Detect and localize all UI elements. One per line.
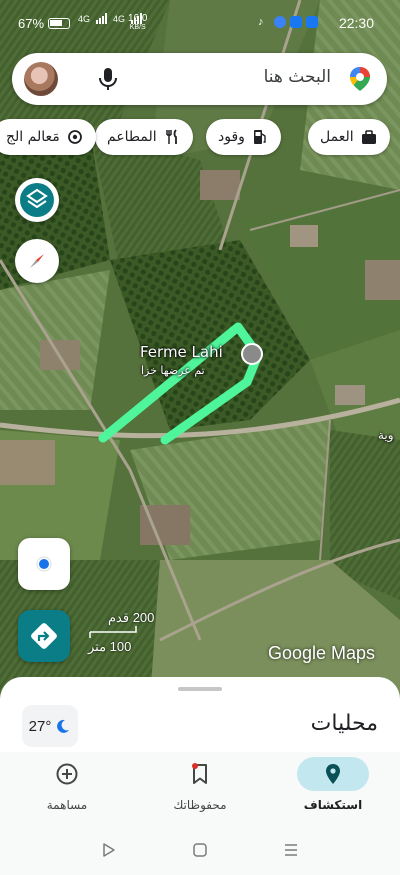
messenger-icon — [274, 16, 286, 28]
sheet-drag-handle[interactable] — [178, 687, 222, 691]
my-location-button[interactable] — [18, 538, 70, 590]
map-scale: 200 قدم 100 متر — [86, 610, 166, 655]
add-circle-icon — [56, 763, 78, 785]
network-speed: 16.0 KB/S — [128, 13, 148, 32]
battery-percent: 67% — [18, 16, 45, 31]
moon-icon — [57, 719, 70, 733]
chip-work[interactable]: العمل — [308, 119, 390, 155]
place-pin-icon[interactable] — [241, 343, 263, 365]
restaurant-icon — [165, 129, 177, 144]
tab-label: مساهمة — [46, 798, 88, 812]
google-maps-pin-icon — [350, 67, 370, 91]
microphone-icon[interactable] — [96, 66, 120, 92]
recents-icon[interactable] — [283, 842, 299, 858]
layers-icon — [20, 183, 54, 217]
notification-icons: ♪ — [258, 16, 318, 28]
clock: 22:30 — [338, 15, 374, 31]
battery-icon — [48, 18, 71, 29]
temperature: 27° — [28, 717, 52, 735]
signal-label-2: 4G — [113, 14, 126, 24]
place-sublabel: تم عرضها خزا — [141, 364, 205, 377]
facebook-icon — [306, 16, 318, 28]
system-navigation-bar — [0, 824, 400, 875]
category-chips: العمل وقود المطاعم مَعالم الج — [0, 119, 400, 157]
explore-pin-icon — [326, 764, 340, 784]
map-edge-label: وية — [378, 428, 394, 442]
search-input[interactable]: البحث هنا — [264, 67, 331, 87]
tab-label: استكشاف — [303, 798, 363, 812]
chip-label: وقود — [218, 129, 245, 145]
tab-contribute[interactable]: مساهمة — [12, 752, 122, 824]
status-bar: 67% 4G 4G 16.0 KB/S ♪ 22:30 — [0, 0, 400, 46]
chip-label: العمل — [320, 129, 354, 145]
signal-label-1: 4G — [78, 14, 91, 24]
signal-bars-icon — [96, 13, 108, 24]
bottom-navigation: استكشاف محفوظاتك مساهمة — [0, 752, 400, 824]
compass-button[interactable] — [15, 239, 59, 283]
avatar[interactable] — [24, 62, 58, 96]
google-maps-attribution: Google Maps — [268, 643, 376, 663]
chip-label: المطاعم — [107, 129, 157, 145]
fuel-icon — [253, 130, 266, 144]
chip-fuel[interactable]: وقود — [206, 119, 281, 155]
landmark-icon — [67, 130, 82, 144]
tab-explore[interactable]: استكشاف — [278, 752, 388, 824]
satellite-map[interactable]: Ferme Lahi تم عرضها خزا وية — [0, 0, 400, 700]
compass-icon — [30, 254, 44, 268]
layers-button[interactable] — [15, 178, 59, 222]
battery-indicator: 67% — [18, 16, 71, 31]
scale-bar-icon — [89, 626, 137, 638]
back-icon[interactable] — [101, 842, 117, 858]
chip-label: مَعالم الج — [6, 129, 60, 145]
tab-saved[interactable]: محفوظاتك — [145, 752, 255, 824]
tab-label: محفوظاتك — [173, 798, 227, 812]
directions-button[interactable] — [18, 610, 70, 662]
facebook-icon — [290, 16, 302, 28]
my-location-icon — [36, 556, 52, 572]
chip-restaurants[interactable]: المطاعم — [95, 119, 193, 155]
home-icon[interactable] — [192, 842, 208, 858]
briefcase-icon — [361, 130, 376, 144]
tiktok-icon: ♪ — [258, 16, 264, 28]
search-bar[interactable]: البحث هنا — [12, 53, 387, 105]
chip-landmarks[interactable]: مَعالم الج — [0, 119, 96, 155]
bookmark-icon — [192, 763, 207, 784]
weather-chip[interactable]: 27° — [22, 705, 78, 747]
directions-icon — [31, 623, 57, 649]
sheet-title: محليات — [310, 711, 378, 736]
place-name-label[interactable]: Ferme Lahi — [140, 343, 223, 361]
